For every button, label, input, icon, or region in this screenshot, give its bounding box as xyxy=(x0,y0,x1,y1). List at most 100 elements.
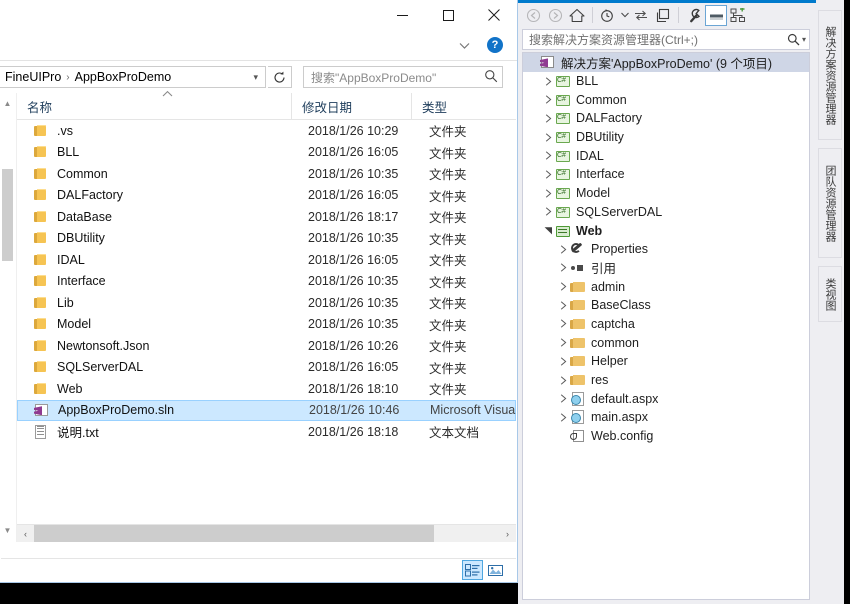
file-row[interactable]: AppBoxProDemo.sln 2018/1/26 10:46 Microsof… xyxy=(17,399,516,421)
file-row[interactable]: DBUtility 2018/1/26 10:35 文件夹 xyxy=(17,228,516,250)
scroll-up-arrow-icon[interactable]: ▲ xyxy=(2,99,13,109)
file-type-cell: Microsoft Visual... xyxy=(430,403,516,418)
chevron-down-icon[interactable] xyxy=(619,5,630,26)
help-icon[interactable]: ? xyxy=(487,37,503,53)
tree-node[interactable]: Web.config xyxy=(523,427,809,446)
file-row[interactable]: IDAL 2018/1/26 16:05 文件夹 xyxy=(17,249,516,271)
scroll-left-arrow-icon[interactable]: ‹ xyxy=(17,525,34,542)
file-row[interactable]: SQLServerDAL 2018/1/26 16:05 文件夹 xyxy=(17,357,516,379)
scroll-thumb[interactable] xyxy=(2,169,13,261)
chevron-collapsed-icon[interactable] xyxy=(557,334,570,352)
tree-node[interactable]: Properties xyxy=(523,240,809,259)
tree-node[interactable]: IDAL xyxy=(523,146,809,165)
file-name-label: .vs xyxy=(57,123,73,138)
file-date-cell: 2018/1/26 18:10 xyxy=(308,381,399,396)
refresh-icon[interactable] xyxy=(268,66,292,88)
chevron-collapsed-icon[interactable] xyxy=(557,240,570,258)
chevron-down-icon[interactable] xyxy=(455,37,473,55)
back-arrow-icon[interactable] xyxy=(522,5,544,26)
file-row[interactable]: Interface 2018/1/26 10:35 文件夹 xyxy=(17,271,516,293)
chevron-collapsed-icon[interactable] xyxy=(542,147,555,165)
tree-node[interactable]: BaseClass xyxy=(523,296,809,315)
tree-node[interactable]: default.aspx xyxy=(523,389,809,408)
tree-node[interactable]: Common xyxy=(523,90,809,109)
scroll-down-arrow-icon[interactable]: ▼ xyxy=(2,526,13,536)
chevron-collapsed-icon[interactable] xyxy=(542,165,555,183)
chevron-collapsed-icon[interactable] xyxy=(542,203,555,221)
tree-node[interactable]: BLL xyxy=(523,72,809,91)
tool-window-tab-strip: 解决方案资源管理器团队资源管理器类视图 xyxy=(818,0,844,604)
chevron-collapsed-icon[interactable] xyxy=(542,72,555,90)
tree-node[interactable]: Web xyxy=(523,221,809,240)
tree-node[interactable]: Helper xyxy=(523,352,809,371)
scroll-right-arrow-icon[interactable]: › xyxy=(499,525,516,542)
tree-node[interactable]: captcha xyxy=(523,315,809,334)
chevron-collapsed-icon[interactable] xyxy=(557,315,570,333)
maximize-icon[interactable] xyxy=(425,0,471,30)
screen-edge xyxy=(844,0,850,604)
tree-node[interactable]: main.aspx xyxy=(523,408,809,427)
file-row[interactable]: DALFactory 2018/1/26 16:05 文件夹 xyxy=(17,185,516,207)
chevron-collapsed-icon[interactable] xyxy=(557,296,570,314)
copy-icon[interactable] xyxy=(652,5,674,26)
solution-search-input[interactable]: 搜索解决方案资源管理器(Ctrl+;) ▾ xyxy=(522,29,810,50)
tree-node[interactable]: DBUtility xyxy=(523,128,809,147)
close-icon[interactable] xyxy=(471,0,517,30)
scroll-thumb-horizontal[interactable] xyxy=(34,525,434,542)
chevron-collapsed-icon[interactable] xyxy=(557,408,570,426)
file-row[interactable]: Model 2018/1/26 10:35 文件夹 xyxy=(17,314,516,336)
show-all-files-icon[interactable] xyxy=(705,4,727,26)
column-header-type[interactable]: 类型 xyxy=(411,93,517,119)
tree-node[interactable]: common xyxy=(523,333,809,352)
file-row[interactable]: .vs 2018/1/26 10:29 文件夹 xyxy=(17,120,516,142)
breadcrumb[interactable]: FineUIPro › AppBoxProDemo ▾ xyxy=(0,66,266,88)
class-diagram-icon[interactable] xyxy=(727,5,749,26)
chevron-collapsed-icon[interactable] xyxy=(557,278,570,296)
tree-node[interactable]: 引用 xyxy=(523,259,809,278)
explorer-vertical-scrollbar[interactable]: ▲ ▼ xyxy=(0,93,17,542)
chevron-collapsed-icon[interactable] xyxy=(542,128,555,146)
chevron-collapsed-icon[interactable] xyxy=(557,352,570,370)
tool-window-tab[interactable]: 类视图 xyxy=(818,266,842,322)
file-row[interactable]: DataBase 2018/1/26 18:17 文件夹 xyxy=(17,206,516,228)
chevron-expanded-icon[interactable] xyxy=(542,222,555,240)
chevron-collapsed-icon[interactable] xyxy=(557,390,570,408)
file-row[interactable]: Common 2018/1/26 10:35 文件夹 xyxy=(17,163,516,185)
chevron-down-icon[interactable]: ▾ xyxy=(802,35,806,44)
tool-window-tab[interactable]: 团队资源管理器 xyxy=(818,148,842,258)
chevron-collapsed-icon[interactable] xyxy=(542,91,555,109)
file-row[interactable]: Lib 2018/1/26 10:35 文件夹 xyxy=(17,292,516,314)
chevron-collapsed-icon[interactable] xyxy=(557,259,570,277)
tree-node[interactable]: 解决方案'AppBoxProDemo' (9 个项目) xyxy=(523,53,809,72)
large-icons-view-icon[interactable] xyxy=(485,560,506,580)
column-header-name[interactable]: 名称 xyxy=(17,90,291,119)
file-row[interactable]: 说明.txt 2018/1/26 18:18 文本文档 xyxy=(17,421,516,443)
tree-node[interactable]: Interface xyxy=(523,165,809,184)
file-row[interactable]: BLL 2018/1/26 16:05 文件夹 xyxy=(17,142,516,164)
breadcrumb-item-1[interactable]: AppBoxProDemo xyxy=(73,70,174,84)
forward-arrow-icon[interactable] xyxy=(544,5,566,26)
breadcrumb-item-0[interactable]: FineUIPro xyxy=(3,70,63,84)
tree-node[interactable]: Model xyxy=(523,184,809,203)
chevron-collapsed-icon[interactable] xyxy=(557,371,570,389)
tree-node[interactable]: admin xyxy=(523,277,809,296)
tree-node[interactable]: DALFactory xyxy=(523,109,809,128)
search-input[interactable]: 搜索"AppBoxProDemo" xyxy=(303,66,503,88)
explorer-horizontal-scrollbar[interactable]: ‹ › xyxy=(17,524,516,542)
tree-node[interactable]: res xyxy=(523,371,809,390)
file-row[interactable]: Web 2018/1/26 18:10 文件夹 xyxy=(17,378,516,400)
wrench-icon[interactable] xyxy=(683,5,705,26)
chevron-down-icon[interactable]: ▾ xyxy=(248,72,263,83)
file-row[interactable]: Newtonsoft.Json 2018/1/26 10:26 文件夹 xyxy=(17,335,516,357)
sync-icon[interactable] xyxy=(630,5,652,26)
chevron-collapsed-icon[interactable] xyxy=(542,109,555,127)
clock-icon[interactable] xyxy=(597,5,619,26)
chevron-collapsed-icon[interactable] xyxy=(542,184,555,202)
tree-node[interactable]: SQLServerDAL xyxy=(523,203,809,222)
details-view-icon[interactable] xyxy=(462,560,483,580)
column-header-date[interactable]: 修改日期 xyxy=(291,93,411,119)
tool-window-tab[interactable]: 解决方案资源管理器 xyxy=(818,10,842,140)
minimize-icon[interactable] xyxy=(379,0,425,30)
folder-icon xyxy=(33,359,49,375)
home-icon[interactable] xyxy=(566,5,588,26)
